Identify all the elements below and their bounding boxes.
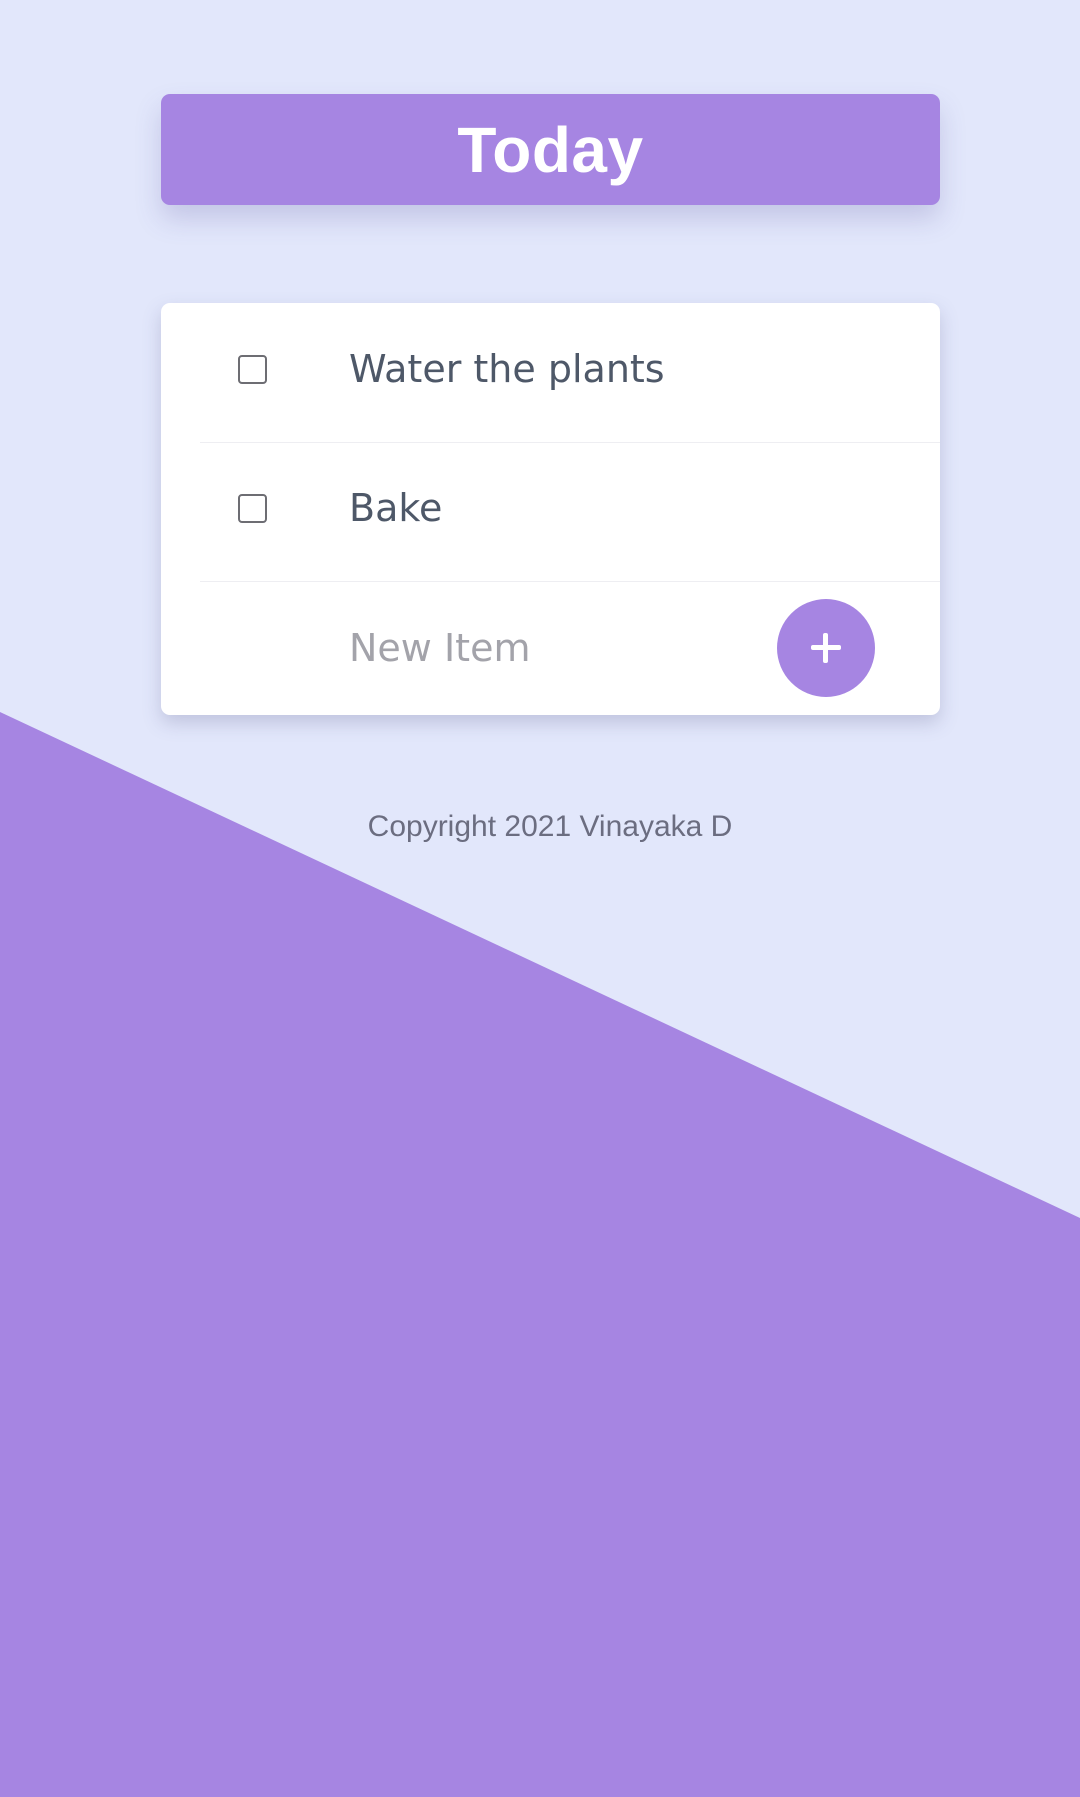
todo-list-card: Water the plants Bake: [161, 303, 940, 715]
background-diagonal-shape: [0, 712, 1080, 1797]
add-item-button[interactable]: [777, 599, 875, 697]
list-item: Water the plants: [200, 303, 940, 443]
item-checkbox[interactable]: [238, 355, 267, 384]
item-checkbox[interactable]: [238, 494, 267, 523]
item-label: Water the plants: [349, 347, 665, 391]
copyright-footer: Copyright 2021 Vinayaka D: [367, 810, 733, 843]
item-label: Bake: [349, 486, 443, 530]
new-item-input[interactable]: [200, 581, 760, 715]
plus-icon: [811, 633, 841, 663]
page-header: Today: [161, 94, 940, 205]
list-item: Bake: [200, 442, 940, 582]
page-title: Today: [457, 113, 644, 186]
